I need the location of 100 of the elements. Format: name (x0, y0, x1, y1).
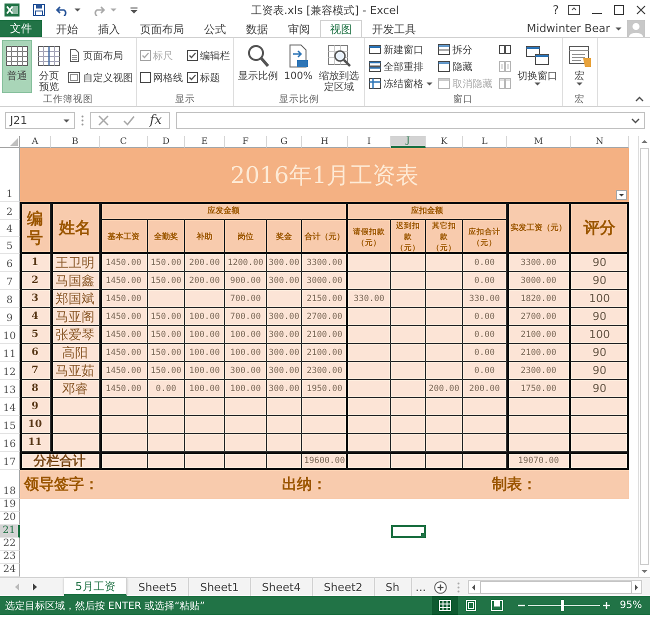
row-header[interactable]: 23 (0, 551, 20, 564)
maximize-icon[interactable] (614, 5, 624, 15)
ribbon-button[interactable]: 切换窗口 (516, 40, 560, 93)
row-header[interactable]: 1 (0, 148, 20, 202)
ribbon-button[interactable]: 冻结窗格 (366, 75, 434, 92)
caret-icon[interactable] (426, 82, 433, 86)
row-header[interactable]: 24 (0, 564, 20, 577)
scroll-right-icon[interactable] (632, 582, 641, 592)
checkbox[interactable]: 标题 (186, 69, 231, 86)
column-header[interactable]: E (185, 136, 225, 148)
ribbon-button[interactable]: 新建窗口 (366, 41, 434, 58)
more-sheets-button[interactable]: ... (412, 578, 430, 596)
column-header[interactable]: H (302, 136, 348, 148)
name-box[interactable]: J21 (5, 112, 75, 129)
column-header[interactable]: B (51, 136, 100, 148)
undo-icon[interactable] (56, 4, 69, 16)
column-header[interactable]: M (507, 136, 571, 148)
row-header[interactable]: 11 (0, 344, 20, 362)
scroll-thumb[interactable] (640, 148, 649, 565)
account-name[interactable]: Midwinter Bear (526, 22, 610, 35)
row-header[interactable]: 5 (0, 237, 20, 254)
ribbon-button[interactable]: 显示比例 (236, 40, 280, 93)
row-header[interactable]: 17 (0, 452, 20, 470)
ribbon-display-options-icon[interactable] (568, 5, 580, 15)
column-header[interactable]: C (100, 136, 148, 148)
checkbox[interactable]: 编辑栏 (186, 47, 231, 64)
empty-cell (426, 434, 463, 452)
row-header[interactable]: 20 (0, 512, 20, 525)
column-header[interactable]: J (391, 136, 426, 148)
row-header[interactable]: 2 (0, 202, 20, 220)
table-cell: 3300.00 (507, 254, 571, 272)
save-icon[interactable] (33, 4, 45, 16)
row-header[interactable]: 12 (0, 362, 20, 380)
table-cell: 0.00 (463, 344, 507, 362)
row-header[interactable]: 6 (0, 254, 20, 272)
customize-toolbar-icon[interactable] (130, 6, 138, 14)
caret-icon[interactable] (74, 8, 81, 12)
column-header[interactable]: G (267, 136, 302, 148)
column-header[interactable]: A (20, 136, 51, 148)
row-header[interactable]: 8 (0, 290, 20, 308)
row-header[interactable]: 9 (0, 308, 20, 326)
ribbon-button[interactable]: 100% (282, 40, 315, 93)
column-heading: 基本工资 (100, 220, 148, 254)
row-header[interactable]: 4 (0, 220, 20, 237)
close-icon[interactable] (636, 5, 646, 15)
column-header[interactable]: D (148, 136, 185, 148)
row-header[interactable]: 21 (0, 525, 20, 538)
column-header[interactable]: K (426, 136, 463, 148)
ribbon-button[interactable]: 宏 (564, 40, 595, 93)
row-header[interactable]: 16 (0, 434, 20, 452)
ribbon-button[interactable]: 自定义视图 (66, 69, 134, 86)
help-button[interactable]: ? (550, 1, 562, 19)
ribbon-tab[interactable]: 视图 (320, 20, 362, 37)
row-header[interactable]: 7 (0, 272, 20, 290)
formula-field[interactable] (176, 112, 645, 129)
column-header[interactable]: I (348, 136, 391, 148)
caret-icon[interactable] (615, 26, 622, 30)
selected-cell (391, 525, 426, 538)
ribbon-button[interactable]: 拆分 (436, 41, 494, 58)
caret-icon[interactable] (534, 82, 542, 86)
normal-view-button[interactable] (432, 596, 458, 615)
side-by-side-icon[interactable] (498, 43, 512, 56)
ribbon-button[interactable]: 普通 (2, 40, 32, 93)
next-sheet-icon[interactable] (32, 583, 38, 591)
scroll-thumb[interactable] (480, 580, 632, 594)
sheet-tab[interactable]: 5月工资 (64, 578, 128, 596)
row-header[interactable]: 18 (0, 470, 20, 499)
expand-formula-bar-icon[interactable] (631, 118, 640, 124)
ribbon-button[interactable]: 页面布局 (66, 47, 134, 64)
empty-cell (148, 434, 185, 452)
zoom-in-icon[interactable] (602, 602, 610, 609)
collapse-ribbon-icon[interactable] (635, 96, 644, 102)
row-header[interactable]: 15 (0, 416, 20, 434)
row-header[interactable]: 10 (0, 326, 20, 344)
ribbon-button[interactable]: 分页预览 (34, 40, 64, 93)
caret-icon[interactable] (576, 82, 584, 86)
ribbon-button[interactable]: 全部重排 (366, 58, 434, 75)
checkbox[interactable]: 网格线 (139, 69, 184, 86)
horizontal-scrollbar[interactable] (468, 580, 642, 594)
grip-icon[interactable] (457, 582, 460, 592)
row-header[interactable]: 13 (0, 380, 20, 398)
checkbox-icon[interactable] (187, 72, 198, 83)
table-cell: 5 (20, 326, 51, 344)
row-header[interactable]: 14 (0, 398, 20, 416)
column-header[interactable]: F (225, 136, 267, 148)
slider-thumb[interactable] (560, 600, 564, 611)
column-header[interactable]: N (571, 136, 629, 148)
ribbon-button[interactable]: 隐藏 (436, 58, 494, 75)
file-tab[interactable]: 文件 (0, 20, 42, 37)
ribbon-button[interactable]: 缩放到选定区域 (316, 40, 362, 93)
row-header[interactable]: 22 (0, 538, 20, 551)
add-sheet-icon[interactable] (434, 580, 447, 594)
insert-function-button[interactable]: fx (150, 113, 162, 128)
zoom-level[interactable]: 95% (620, 600, 642, 611)
checkbox-icon[interactable] (187, 50, 198, 61)
row-header[interactable]: 19 (0, 499, 20, 512)
checkbox-icon[interactable] (140, 72, 151, 83)
column-header[interactable]: L (463, 136, 507, 148)
zoom-out-icon[interactable] (518, 602, 525, 609)
normal-view-icon (438, 599, 452, 612)
